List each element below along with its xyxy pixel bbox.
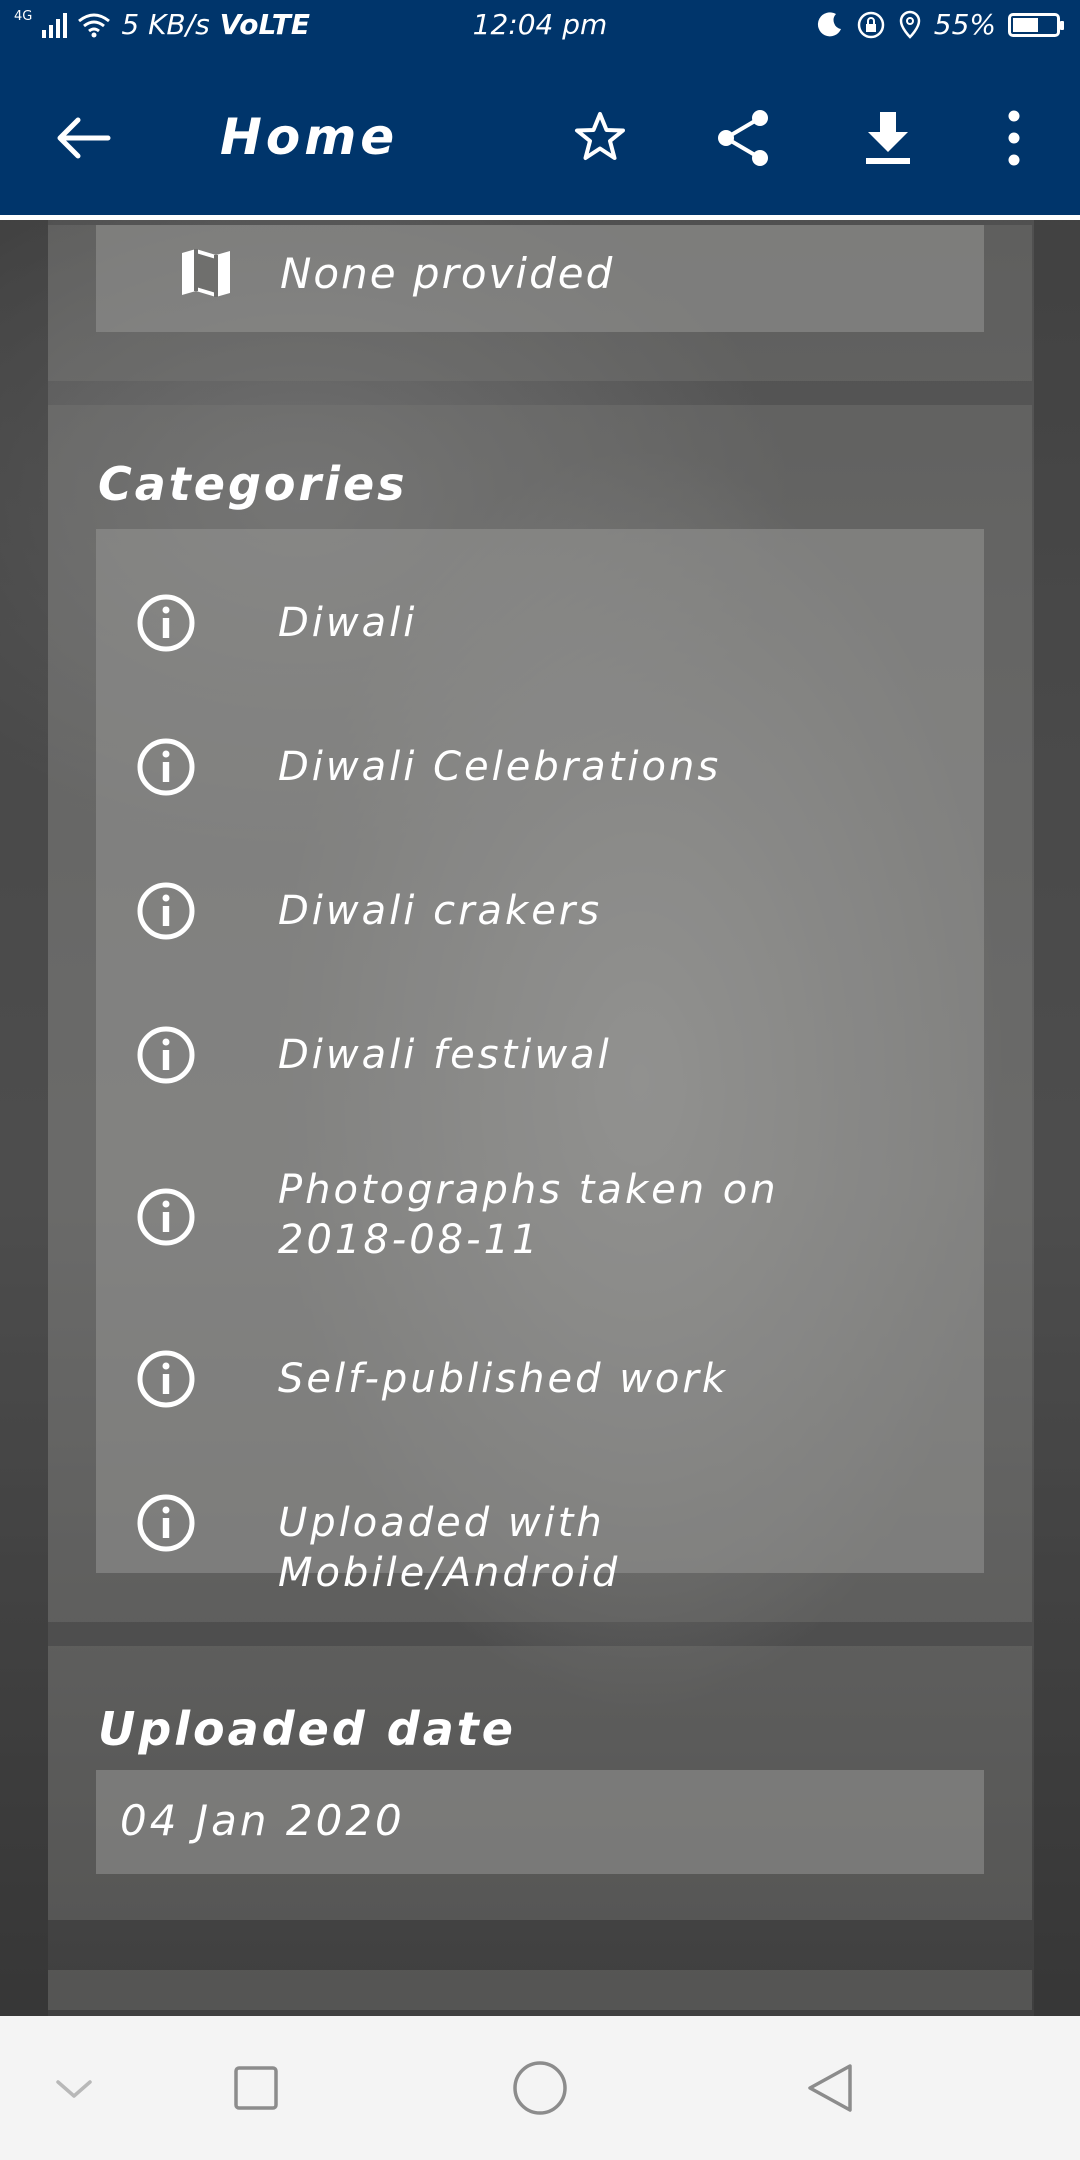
info-icon[interactable] (136, 1493, 196, 1553)
location-text: None provided (280, 249, 615, 298)
info-icon[interactable] (136, 1349, 196, 1409)
categories-list: Diwali Diwali Celebrations Diwali craker… (96, 529, 984, 1596)
category-item[interactable]: Self-published work (96, 1329, 984, 1429)
categories-title: Categories (98, 457, 408, 511)
category-label[interactable]: Diwali festiwal (278, 1030, 938, 1080)
status-bar: 4G 5 KB/s VoLTE 12:04 pm 55% (0, 0, 1080, 56)
map-icon (182, 249, 230, 297)
battery-icon (1008, 12, 1064, 37)
category-item[interactable]: Diwali crakers (96, 861, 984, 961)
category-label[interactable]: Diwali crakers (278, 886, 938, 936)
app-bar: Home (0, 56, 1080, 220)
rotation-lock-icon (857, 11, 885, 38)
info-icon[interactable] (136, 593, 196, 653)
share-icon[interactable] (714, 108, 774, 168)
category-item[interactable]: Uploaded with Mobile/Android (96, 1473, 984, 1596)
category-label[interactable]: Uploaded with Mobile/Android (278, 1498, 938, 1598)
recents-square-icon[interactable] (226, 2058, 286, 2118)
background-edge-right (1034, 0, 1080, 2160)
category-label[interactable]: Self-published work (278, 1354, 938, 1404)
info-icon[interactable] (136, 737, 196, 797)
background-edge-left (0, 0, 48, 2160)
category-item[interactable]: Photographs taken on 2018-08-11 (96, 1149, 984, 1285)
category-label[interactable]: Diwali Celebrations (278, 742, 938, 792)
location-icon (899, 10, 921, 39)
info-icon[interactable] (136, 1025, 196, 1085)
page-title: Home (220, 108, 399, 166)
uploaded-date-value: 04 Jan 2020 (120, 1796, 405, 1845)
home-circle-icon[interactable] (510, 2058, 570, 2118)
category-item[interactable]: Diwali Celebrations (96, 717, 984, 817)
category-item[interactable]: Diwali (96, 573, 984, 673)
back-triangle-icon[interactable] (800, 2058, 860, 2118)
uploaded-date-card: Uploaded date 04 Jan 2020 (48, 1646, 1032, 1920)
location-card: None provided (48, 225, 1032, 381)
category-label[interactable]: Photographs taken on 2018-08-11 (278, 1165, 798, 1265)
uploaded-date-row: 04 Jan 2020 (96, 1770, 984, 1874)
moon-icon (817, 11, 841, 36)
category-label[interactable]: Diwali (278, 598, 938, 648)
system-nav-bar (0, 2016, 1080, 2160)
uploaded-date-title: Uploaded date (98, 1702, 516, 1756)
category-item[interactable]: Diwali festiwal (96, 1005, 984, 1105)
chevron-down-icon[interactable] (44, 2058, 104, 2118)
location-row: None provided (96, 225, 984, 332)
next-card (48, 1970, 1032, 2010)
info-icon[interactable] (136, 881, 196, 941)
categories-card: Categories Diwali Diwali Celebrations Di… (48, 405, 1032, 1622)
status-right: 55% (816, 8, 1064, 41)
more-vert-icon[interactable] (984, 108, 1044, 168)
back-arrow-icon[interactable] (52, 114, 112, 162)
info-icon[interactable] (136, 1187, 196, 1247)
battery-percent: 55% (933, 8, 996, 41)
download-icon[interactable] (858, 108, 918, 168)
star-outline-icon[interactable] (570, 108, 630, 168)
